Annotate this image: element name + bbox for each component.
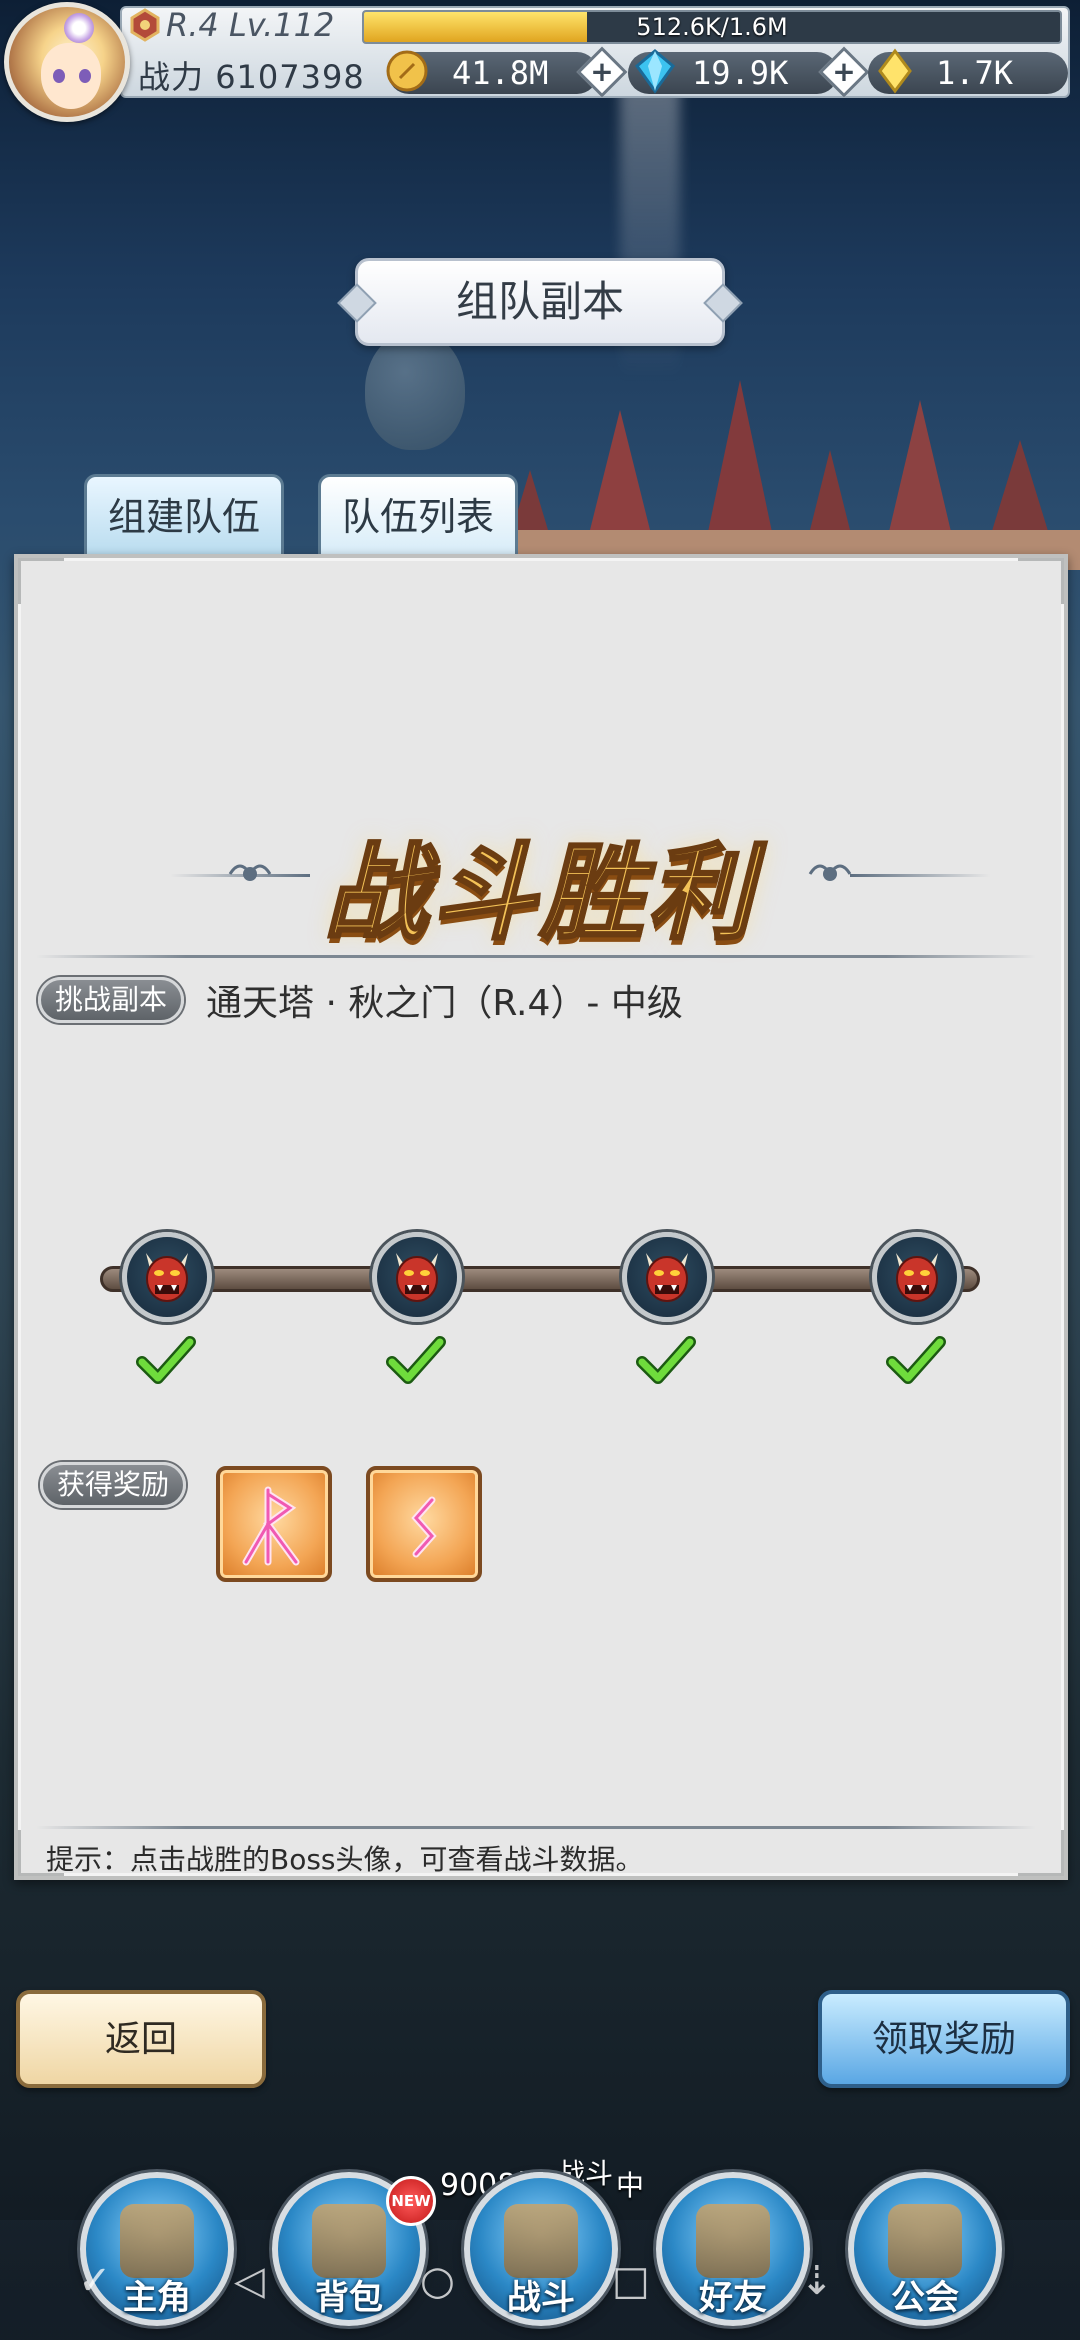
- handshake-icon: [696, 2204, 770, 2278]
- panel-corner-ornament: [18, 558, 64, 604]
- demon-boss-icon: [146, 1253, 188, 1302]
- hint-divider: [36, 1826, 1036, 1829]
- guild-crest-icon: [888, 2204, 962, 2278]
- new-badge: NEW: [386, 2176, 436, 2226]
- nav-battle[interactable]: 战斗: [464, 2172, 618, 2326]
- backpack-icon: [312, 2204, 386, 2278]
- victory-banner: 战斗胜利: [160, 808, 990, 956]
- nav-friends-label: 好友: [699, 2278, 767, 2318]
- player-rank-level: R.4 Lv.112: [166, 6, 335, 44]
- blue-gem-icon: [634, 49, 676, 94]
- tab-create-team-label: 组建队伍: [107, 495, 260, 539]
- result-panel: [14, 554, 1068, 1880]
- gold-coin-icon: [386, 50, 428, 92]
- tab-create-team[interactable]: 组建队伍: [84, 474, 284, 556]
- xp-progress-bar: 512.6K/1.6M: [362, 10, 1062, 44]
- system-recents-icon[interactable]: □: [612, 2258, 650, 2304]
- boss-progress-track: [100, 1266, 980, 1292]
- crossed-swords-icon: [504, 2204, 578, 2278]
- system-back-icon[interactable]: ◁: [234, 2258, 265, 2304]
- section-divider: [36, 955, 1036, 958]
- tab-team-list-label: 队伍列表: [341, 495, 494, 539]
- hint-text: 提示：点击战胜的Boss头像，可查看战斗数据。: [46, 1843, 644, 1876]
- reward-item[interactable]: [216, 1466, 332, 1582]
- ornament-line-right: [850, 874, 990, 877]
- avatar-eye-right: [79, 69, 91, 83]
- rune-sowilo-icon: [411, 1496, 437, 1558]
- combat-power: 战力 6107398: [138, 52, 365, 98]
- crystal-amount: 1.7K: [936, 54, 1014, 92]
- boss-avatar[interactable]: [872, 1232, 962, 1322]
- tab-team-list[interactable]: 队伍列表: [318, 474, 518, 556]
- rewards-label: 获得奖励: [40, 1462, 186, 1508]
- boss-avatar[interactable]: [122, 1232, 212, 1322]
- rune-perthro-icon: [242, 1486, 300, 1566]
- background-balloon: [365, 330, 465, 450]
- boss-avatar[interactable]: [372, 1232, 462, 1322]
- player-avatar[interactable]: [4, 2, 130, 122]
- avatar-face: [41, 43, 101, 109]
- background-castle: [500, 380, 1080, 570]
- nav-battle-label: 战斗: [507, 2278, 575, 2318]
- challenge-label: 挑战副本: [38, 977, 184, 1023]
- rank-emblem-icon: [130, 8, 160, 42]
- nav-backpack-label: 背包: [315, 2278, 383, 2318]
- page-title: 组队副本: [455, 277, 624, 326]
- fleur-ornament-icon: [228, 864, 272, 881]
- nav-friends[interactable]: 好友: [656, 2172, 810, 2326]
- panel-corner-ornament: [1018, 558, 1064, 604]
- defeated-check-icon: [136, 1336, 196, 1384]
- defeated-check-icon: [886, 1336, 946, 1384]
- system-check-icon[interactable]: ✓: [78, 2258, 112, 2304]
- system-home-icon[interactable]: ○: [420, 2258, 455, 2304]
- demon-boss-icon: [396, 1253, 438, 1302]
- back-button[interactable]: 返回: [16, 1990, 266, 2088]
- hero-helmet-icon: [120, 2204, 194, 2278]
- gem-amount: 19.9K: [692, 54, 789, 92]
- page-title-banner: 组队副本: [355, 258, 725, 346]
- top-status-bar: R.4 Lv.112 512.6K/1.6M 战力 6107398 41.8M …: [0, 0, 1080, 122]
- xp-progress-text: 512.6K/1.6M: [636, 13, 788, 41]
- victory-title: 战斗胜利: [322, 831, 756, 956]
- reward-item[interactable]: [366, 1466, 482, 1582]
- claim-rewards-button[interactable]: 领取奖励: [818, 1990, 1070, 2088]
- defeated-check-icon: [386, 1336, 446, 1384]
- panel-corner-ornament: [1018, 1830, 1064, 1876]
- avatar-eye-left: [53, 69, 65, 83]
- combat-power-label: 战力: [138, 58, 205, 96]
- demon-boss-icon: [896, 1253, 938, 1302]
- plus-icon: +: [832, 55, 856, 88]
- nav-guild[interactable]: 公会: [848, 2172, 1002, 2326]
- defeated-check-icon: [636, 1336, 696, 1384]
- demon-boss-icon: [646, 1253, 688, 1302]
- nav-guild-label: 公会: [891, 2278, 959, 2318]
- challenge-dungeon-name: 通天塔 · 秋之门（R.4）- 中级: [206, 983, 683, 1024]
- battle-state-suffix: 中: [616, 2169, 645, 2202]
- system-hide-icon[interactable]: ⇣: [800, 2258, 834, 2304]
- yellow-crystal-icon: [878, 48, 912, 94]
- flower-hair-icon: [64, 13, 94, 43]
- gold-amount: 41.8M: [452, 54, 549, 92]
- boss-avatar[interactable]: [622, 1232, 712, 1322]
- plus-icon: +: [590, 55, 614, 88]
- combat-power-value: 6107398: [215, 58, 365, 96]
